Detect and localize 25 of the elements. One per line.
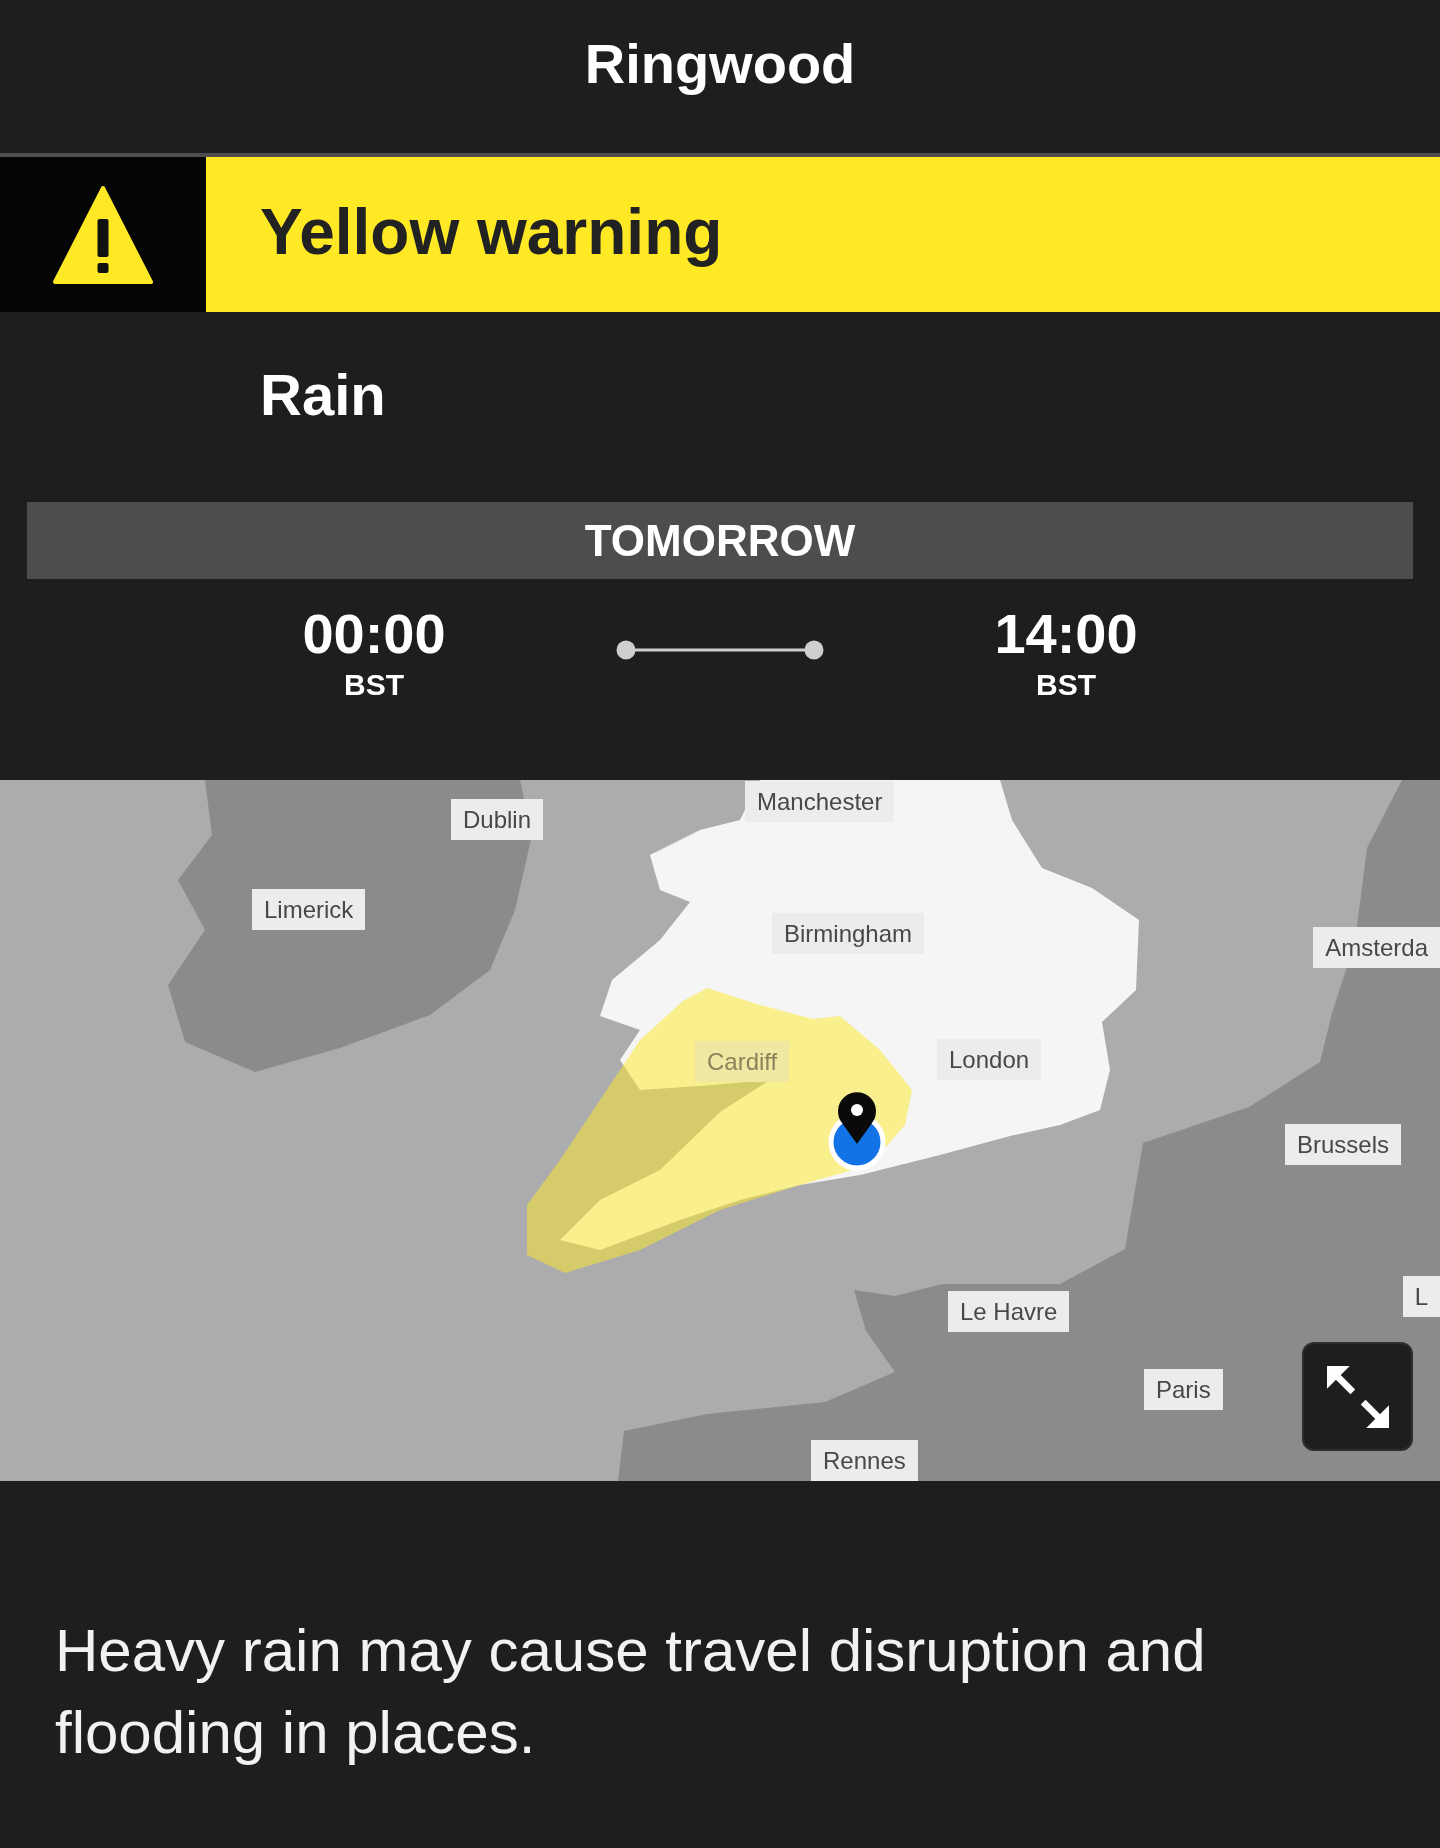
place-label: London — [937, 1039, 1042, 1080]
place-label: L — [1402, 1276, 1440, 1317]
end-time: 14:00 — [994, 604, 1138, 664]
time-range-icon — [616, 640, 824, 660]
place-label: Dublin — [451, 799, 544, 840]
day-heading: TOMORROW — [27, 502, 1413, 579]
place-label: Le Havre — [948, 1291, 1070, 1332]
time-zone: BST — [1036, 668, 1096, 702]
place-label: Limerick — [252, 889, 366, 930]
place-label: Paris — [1144, 1369, 1223, 1410]
expand-button[interactable] — [1302, 1342, 1413, 1451]
location-title: Ringwood — [584, 30, 856, 97]
expand-icon — [1326, 1365, 1389, 1428]
warning-title: Yellow warning — [260, 194, 723, 270]
place-label: Birmingham — [772, 913, 925, 954]
place-label: Manchester — [745, 781, 895, 822]
place-label: Cardiff — [695, 1041, 790, 1082]
warning-type: Rain — [260, 362, 386, 428]
time-zone: BST — [344, 668, 404, 702]
start-time: 00:00 — [302, 604, 446, 664]
warning-description: Heavy rain may cause travel disruption and flooding in places. — [54, 1616, 1207, 1768]
place-label: Amsterda — [1313, 927, 1440, 968]
location-marker-icon — [828, 1092, 886, 1171]
place-label: Brussels — [1285, 1124, 1402, 1165]
place-label: Rennes — [811, 1440, 918, 1481]
